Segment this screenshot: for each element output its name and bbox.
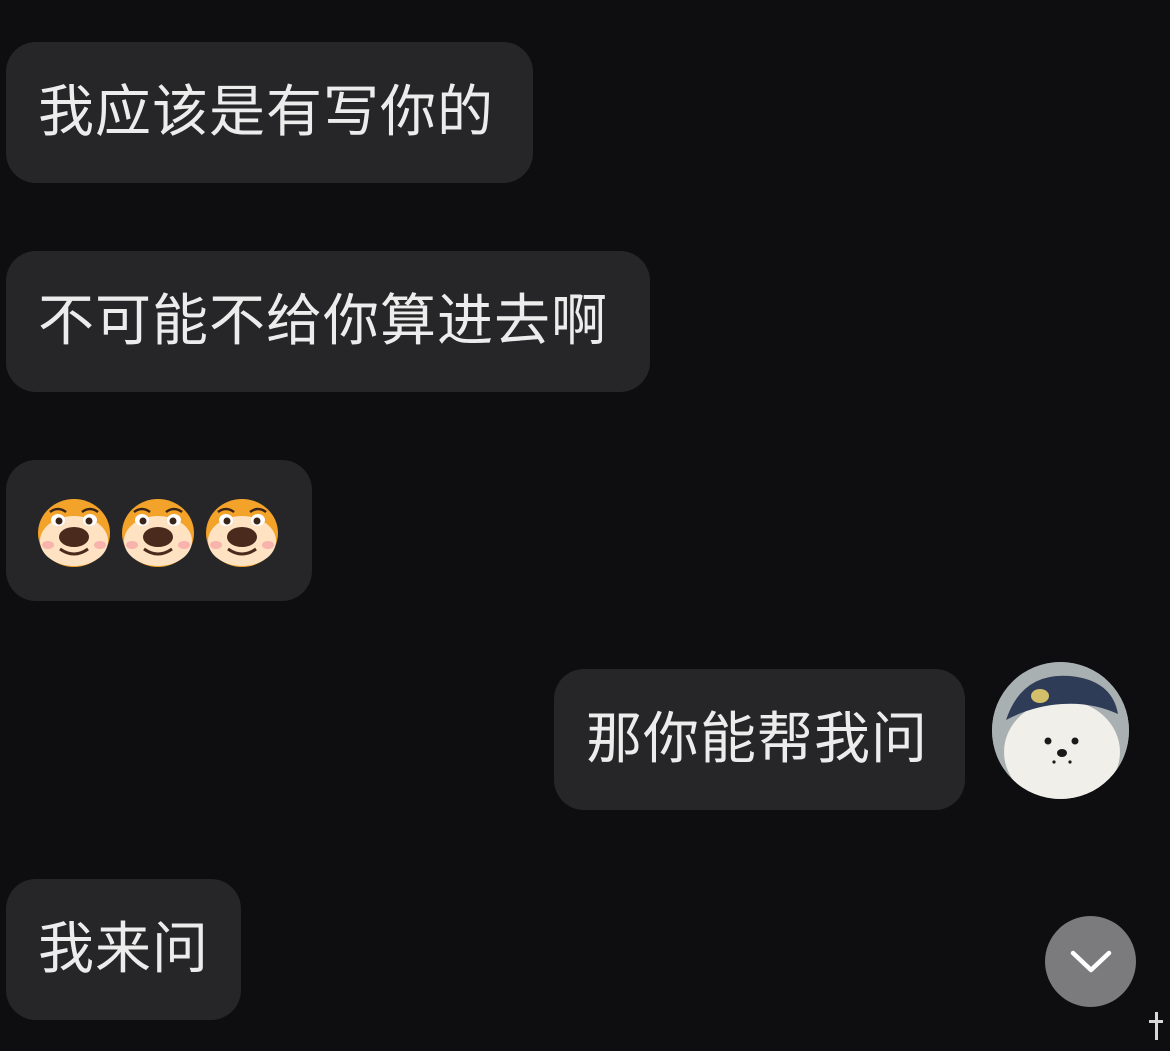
message-bubble-received[interactable]: 不可能不给你算进去啊 bbox=[6, 251, 650, 392]
chat-view: 我应该是有写你的 不可能不给你算进去啊 那你能帮我问 我来问 bbox=[0, 0, 1170, 1051]
partial-edge-icon bbox=[1149, 1012, 1163, 1040]
message-text: 那你能帮我问 bbox=[586, 706, 928, 772]
message-text: 不可能不给你算进去啊 bbox=[38, 288, 608, 354]
white-dog-blue-cap-avatar-icon bbox=[992, 662, 1129, 799]
message-bubble-received[interactable]: 我应该是有写你的 bbox=[6, 42, 533, 183]
chevron-down-icon bbox=[1070, 950, 1111, 972]
message-bubble-sent[interactable]: 那你能帮我问 bbox=[554, 669, 965, 810]
scroll-to-bottom-button[interactable] bbox=[1045, 916, 1136, 1007]
message-text: 我应该是有写你的 bbox=[38, 79, 494, 145]
avatar[interactable] bbox=[992, 662, 1129, 799]
message-bubble-received[interactable]: 我来问 bbox=[6, 879, 241, 1020]
dog-emoji-icon bbox=[122, 498, 194, 567]
dog-emoji-icon bbox=[206, 498, 278, 567]
message-bubble-emoji[interactable] bbox=[6, 460, 312, 601]
dog-emoji-icon bbox=[38, 498, 110, 567]
message-text: 我来问 bbox=[38, 916, 209, 982]
